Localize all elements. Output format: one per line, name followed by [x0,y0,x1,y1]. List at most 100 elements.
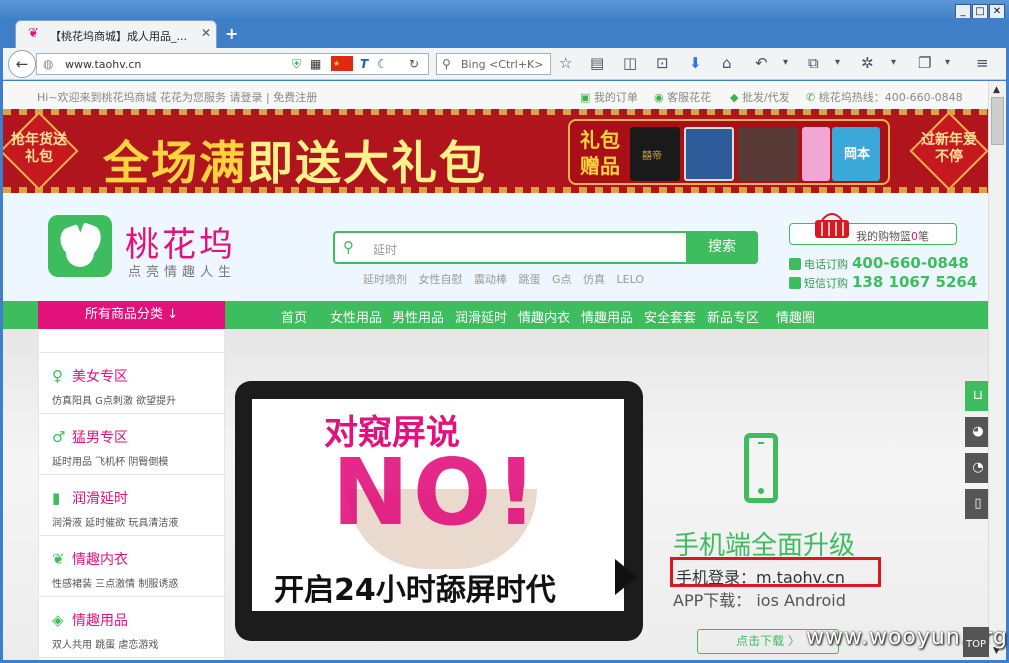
site-search-box[interactable]: ⚲ 延时 搜索 [333,231,758,264]
nav-women[interactable]: 女性用品 [330,307,382,326]
nav-lubricant[interactable]: 润滑延时 [455,307,507,326]
cart-basket-icon[interactable]: ⊔ [965,381,988,411]
nav-toys[interactable]: 情趣用品 [581,307,633,326]
tab-bar: ❦ 【桃花坞商城】成人用品_... ✕ + [3,18,1006,48]
undo-icon[interactable]: ↶ [755,55,768,71]
wechat-icon[interactable]: ◔ [965,453,988,483]
shield-icon[interactable]: ⛨ [292,57,301,72]
customer-service-link[interactable]: ◉ 客服花花 [654,89,711,105]
crop-dropdown-icon[interactable]: ▾ [835,55,840,71]
mobile-icon[interactable]: ▯ [965,489,988,519]
translate-icon[interactable]: T [360,57,368,71]
screenshot-icon[interactable]: ⊡ [656,55,669,71]
hotword-link[interactable]: 女性自慰 [419,273,463,286]
bug-icon[interactable]: ✲ [861,55,874,71]
search-input[interactable]: 延时 [373,241,397,258]
category-subs[interactable]: 双人共用 跳蛋 虐恋游戏 [52,636,158,651]
condom-box-image: 岡本 [832,127,880,181]
close-tab-icon[interactable]: ✕ [201,26,211,40]
category-item[interactable]: ♀ 美女专区 仿真阳具 G点刺激 欲望提升 [39,353,226,414]
close-window-button[interactable]: ✕ [989,4,1005,19]
wholesale-link[interactable]: ◆ 批发/代发 [730,89,790,105]
menu-hamburger-icon[interactable]: ≡ [976,55,989,71]
scroll-thumb[interactable] [991,97,1004,145]
download-icon[interactable]: ⬇ [689,55,702,71]
sms-order: 短信订购 138 1067 5264 [789,273,977,291]
hotword-link[interactable]: G点 [552,273,572,286]
back-arrow-icon[interactable]: ← [8,50,36,78]
tab-title: 【桃花坞商城】成人用品_... [50,30,187,43]
search-icon: ⚲ [442,57,451,71]
hotline-text: ✆ 桃花坞热线：400-660-0848 [806,91,963,104]
reading-list-icon[interactable]: ▤ [590,55,604,71]
welcome-text[interactable]: Hi~欢迎来到桃花坞商城 花花为您服务 请登录 | 免费注册 [37,89,317,105]
mobile-login-text: 手机登录：m.taohv.cn [676,568,845,587]
new-tab-icon[interactable]: + [225,24,238,43]
nav-men[interactable]: 男性用品 [392,307,444,326]
shopping-cart-button[interactable]: 我的购物篮0笔 [789,213,957,245]
vertical-scrollbar[interactable]: ▲ ▼ [988,81,1006,660]
nav-lingerie[interactable]: 情趣内衣 [518,307,570,326]
nav-community[interactable]: 情趣圈 [776,307,815,326]
qr-code-icon[interactable]: ▦ [310,57,321,71]
category-subs[interactable]: 仿真阳具 G点刺激 欲望提升 [52,392,176,407]
scroll-up-arrow-icon[interactable]: ▲ [993,85,1000,95]
clone-dropdown-icon[interactable]: ▾ [945,55,950,71]
category-subs[interactable]: 润滑液 延时催欲 玩具清洁液 [52,514,178,529]
category-subs[interactable]: 性感裙装 三点激情 制服诱惑 [52,575,178,590]
maximize-button[interactable]: □ [972,4,988,19]
home-icon[interactable]: ⌂ [722,55,732,71]
category-name: 情趣用品 [72,613,128,629]
monitor-illustration: 对窥屏说 NO! 开启24小时舔屏时代 [235,381,643,641]
promo-banner[interactable]: 抢年货送礼包 全场满即送大礼包 礼包赠品 囍帝 岡本 过新年爱不停 [3,109,988,193]
mobile-login-highlight[interactable]: 手机登录：m.taohv.cn [670,557,881,587]
gift-label: 礼包赠品 [580,128,620,178]
category-item[interactable]: ◈ 情趣用品 双人共用 跳蛋 虐恋游戏 [39,597,226,658]
hotword-link[interactable]: 仿真 [583,273,605,286]
undo-dropdown-icon[interactable]: ▾ [783,55,788,71]
address-bar[interactable]: ◍ www.taohv.cn ⛨ ▦ ★ T ☾ ↻ [36,53,429,75]
app-download-text: APP下载： ios Android [673,591,846,610]
bug-dropdown-icon[interactable]: ▾ [891,55,896,71]
all-categories-button[interactable]: 所有商品分类 ↓ [38,301,225,329]
reload-icon[interactable]: ↻ [409,57,419,71]
category-item[interactable]: ▮ 润滑延时 润滑液 延时催欲 玩具清洁液 [39,475,226,536]
category-subs[interactable]: 延时用品 飞机杯 阴臀倒模 [52,453,168,468]
crop-tool-icon[interactable]: ⧉ [808,55,819,71]
nav-condoms[interactable]: 安全套套 [644,307,696,326]
bookmark-star-icon[interactable]: ☆ [559,55,572,71]
back-to-top-button[interactable]: TOP [963,627,989,657]
my-orders-link[interactable]: ▣ 我的订单 [580,89,638,105]
category-item[interactable]: ❦ 情趣内衣 性感裙装 三点激情 制服诱惑 [39,536,226,597]
search-button[interactable]: 搜索 [686,231,758,264]
browser-tab[interactable]: ❦ 【桃花坞商城】成人用品_... ✕ [15,20,217,48]
web-search-input[interactable]: ⚲ Bing <Ctrl+K> [436,53,551,75]
order-icon: ▣ [580,91,591,104]
clone-tab-icon[interactable]: ❐ [918,55,931,71]
pocket-icon[interactable]: ◫ [623,55,637,71]
category-name: 润滑延时 [72,491,128,507]
phone-order: 电话订购 400-660-0848 [789,254,969,272]
bottle-icon: ▮ [52,489,61,507]
hotword-link[interactable]: LELO [617,273,644,286]
hotword-link[interactable]: 延时喷剂 [363,273,407,286]
left-badge-text: 抢年货送礼包 [11,132,67,165]
basket-icon [815,213,849,238]
china-flag-icon[interactable]: ★ [331,56,353,71]
sms-icon [789,277,801,289]
nav-new[interactable]: 新品专区 [707,307,759,326]
logo-icon[interactable] [48,215,112,277]
phone-icon: ✆ [806,91,816,104]
qq-icon[interactable]: ◕ [965,417,988,447]
gift-showcase: 礼包赠品 囍帝 岡本 [568,119,890,185]
nav-home[interactable]: 首页 [281,307,307,326]
logo-name[interactable]: 桃花坞 [125,217,236,266]
browser-window: _ □ ✕ ❦ 【桃花坞商城】成人用品_... ✕ + ← ◍ www.taoh… [0,0,1009,663]
hotword-link[interactable]: 震动棒 [474,273,507,286]
minimize-button[interactable]: _ [955,4,971,19]
category-item[interactable]: ♂ 猛男专区 延时用品 飞机杯 阴臀倒模 [39,414,226,475]
category-name: 情趣内衣 [72,552,128,568]
ie-tab-icon[interactable]: ☾ [377,57,388,71]
hotword-link[interactable]: 跳蛋 [519,273,541,286]
main-navigation: 所有商品分类 ↓ 首页 女性用品 男性用品 润滑延时 情趣内衣 情趣用品 安全套… [3,301,988,329]
